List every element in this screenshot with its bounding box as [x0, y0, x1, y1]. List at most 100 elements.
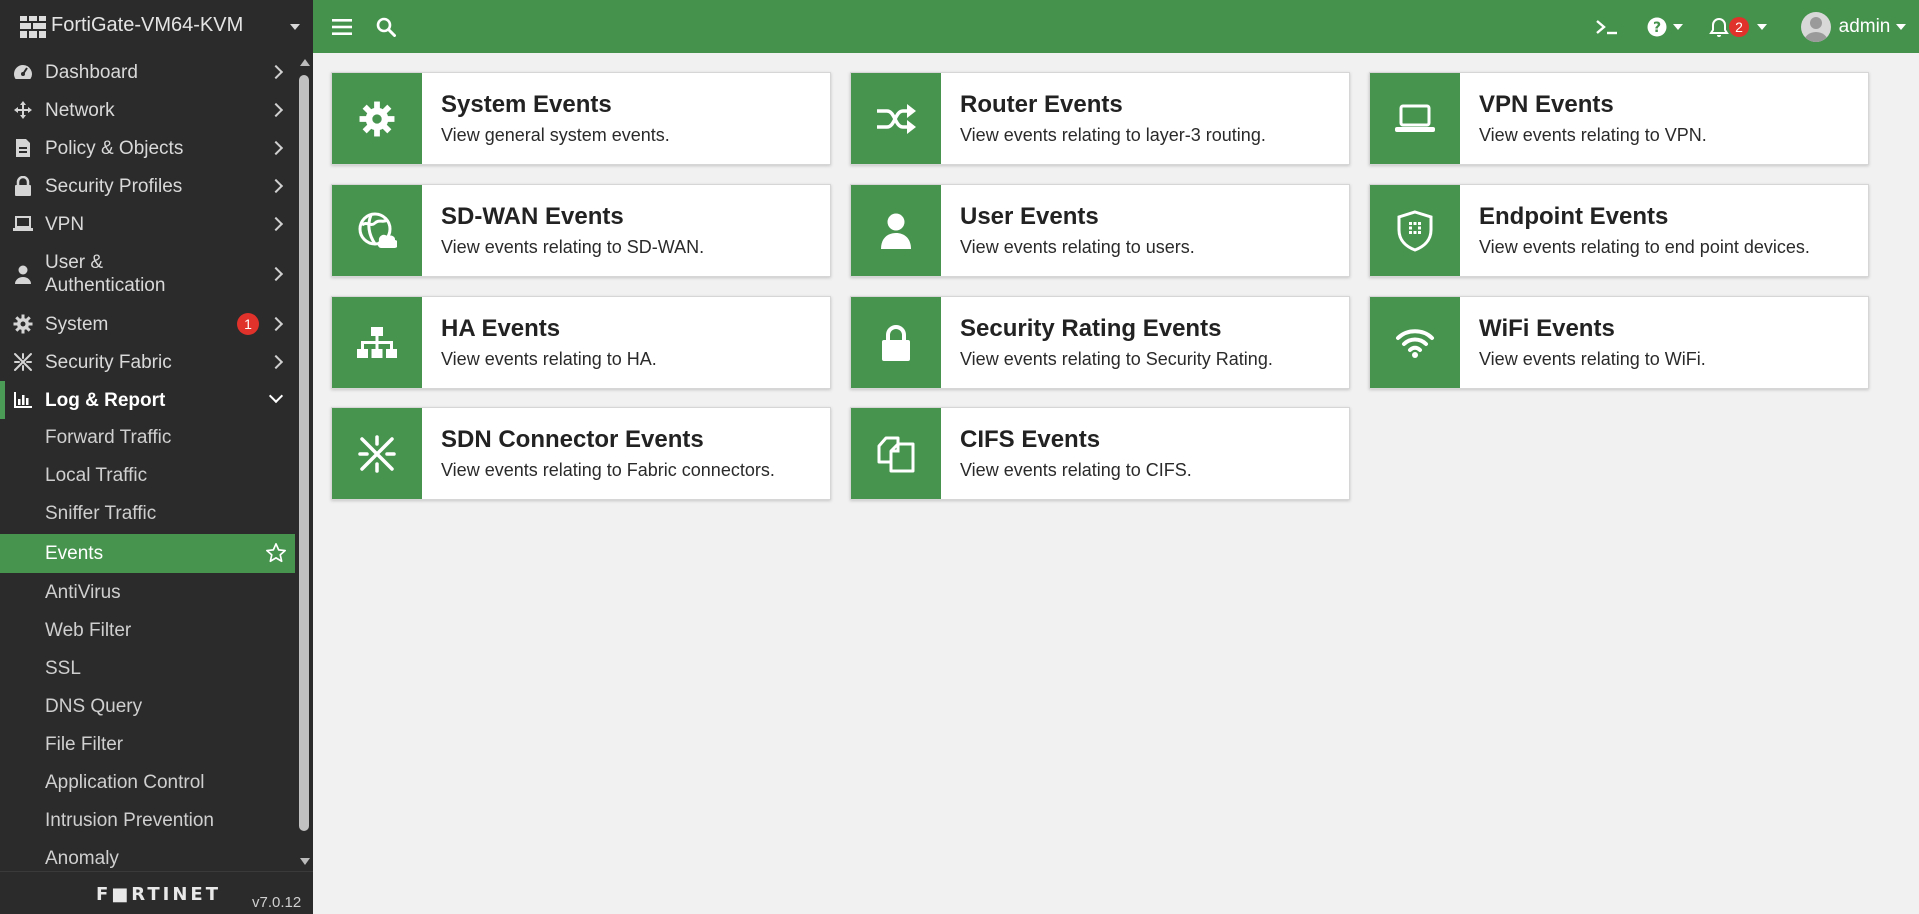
nav-sub-intrusion-prevention[interactable]: Intrusion Prevention: [0, 801, 295, 839]
search-button[interactable]: [371, 0, 401, 53]
nav-security-profiles[interactable]: Security Profiles: [0, 167, 295, 205]
gear-icon: [359, 101, 395, 136]
device-name: FortiGate-VM64-KVM: [51, 14, 244, 36]
device-selector[interactable]: FortiGate-VM64-KVM: [0, 0, 313, 53]
card-vpn-events[interactable]: VPN Events View events relating to VPN.: [1369, 72, 1869, 165]
notifications-button[interactable]: 2: [1707, 0, 1769, 53]
card-user-events[interactable]: User Events View events relating to user…: [850, 184, 1350, 277]
card-endpoint-events[interactable]: Endpoint Events View events relating to …: [1369, 184, 1869, 277]
terminal-icon: [1596, 19, 1617, 34]
nav-sub-events[interactable]: Events: [0, 534, 295, 573]
event-categories: System Events View general system events…: [313, 53, 1919, 914]
card-title: System Events: [441, 91, 612, 118]
nav-sub-local-traffic[interactable]: Local Traffic: [0, 457, 295, 495]
nav-vpn[interactable]: VPN: [0, 205, 295, 243]
shuffle-icon: [877, 103, 916, 134]
bell-icon: [1709, 17, 1729, 37]
nav-sub-sniffer-traffic[interactable]: Sniffer Traffic: [0, 495, 295, 533]
nav-label: Local Traffic: [45, 465, 148, 486]
star-icon[interactable]: [265, 542, 287, 564]
chevron-right-icon: [268, 316, 284, 332]
nav-label: VPN: [45, 214, 85, 235]
nav-security-fabric[interactable]: Security Fabric: [0, 343, 295, 381]
help-button[interactable]: ?: [1643, 0, 1687, 53]
scroll-down-icon[interactable]: [300, 858, 310, 865]
nav-sub-web-filter[interactable]: Web Filter: [0, 611, 295, 649]
nav-label: AntiVirus: [45, 582, 121, 603]
chart-icon: [14, 392, 32, 408]
card-ha-events[interactable]: HA Events View events relating to HA.: [331, 296, 831, 389]
nav-label: Security Profiles: [45, 176, 183, 197]
avatar: [1800, 11, 1831, 42]
nav-system[interactable]: System 1: [0, 305, 295, 343]
card-security-rating-events[interactable]: Security Rating Events View events relat…: [850, 296, 1350, 389]
card-title: SD-WAN Events: [441, 203, 624, 230]
card-cifs-events[interactable]: CIFS Events View events relating to CIFS…: [850, 407, 1350, 500]
card-description: View events relating to HA.: [441, 349, 657, 369]
version-label: v7.0.12: [252, 894, 302, 911]
notification-badge: 1: [237, 313, 259, 335]
nav-user-authentication[interactable]: User & Authentication: [0, 243, 295, 305]
nav-label: Security Fabric: [45, 352, 172, 373]
card-router-events[interactable]: Router Events View events relating to la…: [850, 72, 1350, 165]
nav-label: SSL: [45, 658, 81, 679]
nav-sub-application-control[interactable]: Application Control: [0, 763, 295, 801]
chevron-down-icon: [268, 388, 284, 404]
card-icon-box: [332, 185, 422, 276]
user-menu-button[interactable]: admin: [1796, 0, 1911, 53]
card-icon-box: [851, 297, 941, 388]
scroll-up-icon[interactable]: [300, 59, 310, 66]
nav-label: File Filter: [45, 734, 124, 755]
card-title: Security Rating Events: [960, 315, 1222, 342]
card-sd-wan-events[interactable]: SD-WAN Events View events relating to SD…: [331, 184, 831, 277]
sidebar-scrollbar[interactable]: [296, 53, 313, 871]
nav-policy-objects[interactable]: Policy & Objects: [0, 129, 295, 167]
nav-label: Authentication: [45, 275, 166, 296]
chevron-right-icon: [268, 354, 284, 370]
user-icon: [881, 213, 911, 249]
scrollbar-thumb[interactable]: [299, 75, 309, 831]
nav-sub-dns-query[interactable]: DNS Query: [0, 687, 295, 725]
chevron-right-icon: [268, 266, 284, 282]
cli-console-button[interactable]: [1591, 0, 1623, 53]
nav-label: Web Filter: [45, 620, 132, 641]
nav-sub-ssl[interactable]: SSL: [0, 649, 295, 687]
globe-cloud-icon: [358, 212, 397, 248]
sitemap-icon: [357, 326, 397, 358]
card-title: HA Events: [441, 315, 561, 342]
menu-toggle-button[interactable]: [327, 0, 357, 53]
nav-label: Forward Traffic: [45, 427, 172, 448]
card-icon-box: [1370, 297, 1460, 388]
policy-icon: [16, 139, 30, 157]
chevron-right-icon: [268, 140, 284, 156]
nav-log-report[interactable]: Log & Report: [0, 381, 295, 419]
chevron-down-icon: [1757, 23, 1767, 30]
search-icon: [376, 17, 396, 37]
nav-sub-file-filter[interactable]: File Filter: [0, 725, 295, 763]
nav-label: Network: [45, 100, 115, 121]
nav-sub-anomaly[interactable]: Anomaly: [0, 839, 295, 871]
gear-icon: [13, 314, 33, 334]
network-icon: [14, 101, 32, 119]
card-title: User Events: [960, 203, 1099, 230]
nav-sub-antivirus[interactable]: AntiVirus: [0, 573, 295, 611]
nav-label: System: [45, 314, 109, 335]
nav-sub-forward-traffic[interactable]: Forward Traffic: [0, 419, 295, 457]
card-sdn-connector-events[interactable]: SDN Connector Events View events relatin…: [331, 407, 831, 500]
chevron-right-icon: [268, 64, 284, 80]
card-system-events[interactable]: System Events View general system events…: [331, 72, 831, 165]
card-description: View events relating to VPN.: [1479, 125, 1707, 145]
card-description: View events relating to users.: [960, 237, 1195, 257]
nav-label: User &: [45, 252, 104, 273]
nav-label: Anomaly: [45, 848, 119, 869]
lock-icon: [882, 324, 910, 361]
chevron-right-icon: [268, 102, 284, 118]
card-icon-box: [851, 73, 941, 164]
nav-label: Log & Report: [45, 390, 166, 411]
nav-dashboard[interactable]: Dashboard: [0, 53, 295, 91]
card-wifi-events[interactable]: WiFi Events View events relating to WiFi…: [1369, 296, 1869, 389]
username: admin: [1838, 15, 1891, 37]
card-title: CIFS Events: [960, 426, 1101, 453]
nav-network[interactable]: Network: [0, 91, 295, 129]
laptop-icon: [1395, 104, 1435, 132]
